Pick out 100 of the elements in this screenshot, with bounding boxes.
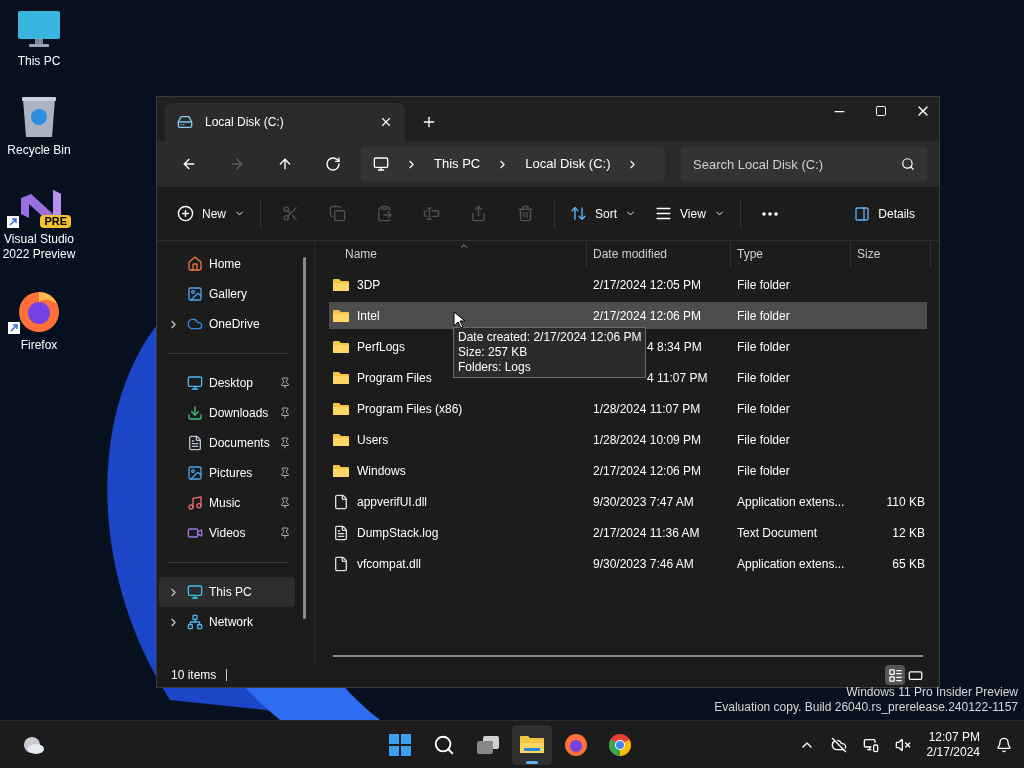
column-header[interactable]: Type <box>731 241 851 267</box>
sidebar-item[interactable]: Desktop <box>159 368 295 398</box>
sidebar-item[interactable]: Home <box>159 249 295 279</box>
sidebar-item[interactable]: This PC <box>159 577 295 607</box>
address-bar[interactable]: This PC Local Disk (C:) <box>361 147 665 181</box>
folder-icon <box>333 401 349 416</box>
clock[interactable]: 12:07 PM 2/17/2024 <box>926 729 980 760</box>
column-header[interactable]: Size <box>851 241 931 267</box>
monitor-icon <box>373 156 389 172</box>
file-name[interactable]: appverifUI.dll <box>357 492 428 511</box>
rename-icon <box>422 205 440 222</box>
lines-icon <box>655 205 673 222</box>
file-name[interactable]: Program Files <box>357 368 432 387</box>
new-button[interactable]: New <box>169 196 253 231</box>
file-name[interactable]: Intel <box>357 306 380 325</box>
scrollbar[interactable] <box>303 257 306 619</box>
row-highlight[interactable]: Intel 2/17/2024 12:06 PM File folder <box>329 302 927 329</box>
date-modified-cell-text: 2/17/2024 12:06 PM <box>593 307 702 325</box>
type-cell: Text Document <box>737 525 818 540</box>
column-header[interactable]: Date modified <box>587 241 731 267</box>
preview-badge: PRE <box>40 215 71 228</box>
explorer-taskbar-button[interactable] <box>512 725 552 765</box>
view-button[interactable]: View <box>647 196 733 231</box>
cloud-off-icon[interactable] <box>830 736 847 753</box>
download-icon <box>187 405 203 421</box>
date-modified-cell-text: 4 8:34 PM <box>647 338 702 356</box>
date-modified-cell-text: 9/30/2023 7:46 AM <box>593 555 694 573</box>
mouse-pointer-icon <box>453 311 465 329</box>
type-cell: File folder <box>737 339 790 354</box>
sidebar-item[interactable]: Pictures <box>159 458 295 488</box>
item-count: 10 items <box>171 667 217 684</box>
type-cell: File folder <box>737 463 790 478</box>
type-cell: Application extens... <box>737 556 845 571</box>
details-button[interactable]: Details <box>842 196 927 231</box>
sort-ascending-icon <box>459 241 469 251</box>
sidebar-item[interactable]: Videos <box>159 518 295 548</box>
tooltip-line: Date created: 2/17/2024 12:06 PM <box>458 330 642 345</box>
sidebar-item[interactable]: OneDrive <box>159 309 295 339</box>
clipboard-icon <box>375 205 393 222</box>
type-cell: File folder <box>737 308 790 323</box>
date-modified-cell-text: 2/17/2024 12:06 PM <box>593 462 702 480</box>
browser-ball-icon <box>608 733 632 757</box>
horizontal-scrollbar[interactable] <box>333 655 923 657</box>
window-tab[interactable]: Local Disk (C:) <box>165 103 405 141</box>
arrow-right-icon <box>229 156 245 172</box>
active-indicator <box>526 761 538 764</box>
desktop-icon-label[interactable]: Firefox <box>20 338 58 353</box>
trash-icon <box>516 205 534 222</box>
sidebar-item[interactable]: Documents <box>159 428 295 458</box>
sort-arrows-icon <box>570 205 587 222</box>
new-tab-icon[interactable] <box>421 114 437 130</box>
desktop-icon-label[interactable]: Recycle Bin <box>7 143 71 158</box>
search-field[interactable]: Search Local Disk (C:) <box>681 147 927 181</box>
close-tab-icon[interactable] <box>379 115 393 129</box>
sidebar-item[interactable]: Gallery <box>159 279 295 309</box>
stacked-windows-icon <box>476 735 500 755</box>
house-icon <box>187 256 203 272</box>
column-header[interactable]: Name <box>315 241 587 267</box>
folder-icon <box>333 432 349 447</box>
breadcrumb[interactable]: This PC <box>434 154 481 174</box>
sort-button[interactable]: Sort <box>562 196 645 231</box>
size-cell-text: 65 KB <box>892 555 925 573</box>
folder-icon <box>333 339 349 354</box>
sidebar-item[interactable]: Downloads <box>159 398 295 428</box>
date-modified-cell-text: 1/28/2024 10:09 PM <box>593 431 702 449</box>
file-name[interactable]: PerfLogs <box>357 337 406 356</box>
date-modified-cell-text: 1/28/2024 11:07 PM <box>593 400 701 418</box>
folder-icon <box>333 308 349 323</box>
date-modified-cell-text: 2/17/2024 12:05 PM <box>593 276 702 294</box>
file-name[interactable]: vfcompat.dll <box>357 554 422 573</box>
notification-bell-icon[interactable] <box>996 736 1012 753</box>
desktop-icon-label[interactable]: Visual Studio 2022 Preview <box>1 232 77 262</box>
folder-icon <box>333 463 349 478</box>
evaluation-notice: Windows 11 Pro Insider Preview <box>846 685 1018 700</box>
file-name[interactable]: Windows <box>357 461 406 480</box>
search-icon <box>433 734 455 756</box>
list-icon <box>887 667 903 683</box>
weather-cloud-icon[interactable] <box>22 734 44 755</box>
sidebar-item[interactable]: Music <box>159 488 295 518</box>
file-name[interactable]: 3DP <box>357 275 381 294</box>
muted-speaker-icon[interactable] <box>894 736 911 753</box>
folder-icon <box>520 735 544 755</box>
maximize-icon[interactable] <box>875 105 887 117</box>
network-icon[interactable] <box>862 736 879 753</box>
file-name[interactable]: DumpStack.log <box>357 523 439 542</box>
details-view-button[interactable] <box>885 665 905 685</box>
file-name[interactable]: Program Files (x86) <box>357 399 463 418</box>
side-panel-icon <box>854 205 871 222</box>
sidebar-item[interactable]: Network <box>159 607 295 637</box>
evaluation-notice: Evaluation copy. Build 26040.rs_prerelease.240122-1157 <box>714 700 1018 715</box>
desktop-icon-label[interactable]: This PC <box>17 54 61 69</box>
file-name[interactable]: Users <box>357 430 389 449</box>
windows-logo-icon <box>389 734 411 756</box>
date-modified-cell-text: 9/30/2023 7:47 AM <box>593 493 694 511</box>
copy-icon <box>328 205 346 222</box>
fox-globe-icon <box>564 733 588 757</box>
date-modified-cell-text: 2/17/2024 11:36 AM <box>593 524 700 542</box>
size-cell-text: 12 KB <box>892 524 925 542</box>
type-cell: File folder <box>737 401 790 416</box>
breadcrumb[interactable]: Local Disk (C:) <box>525 154 611 174</box>
